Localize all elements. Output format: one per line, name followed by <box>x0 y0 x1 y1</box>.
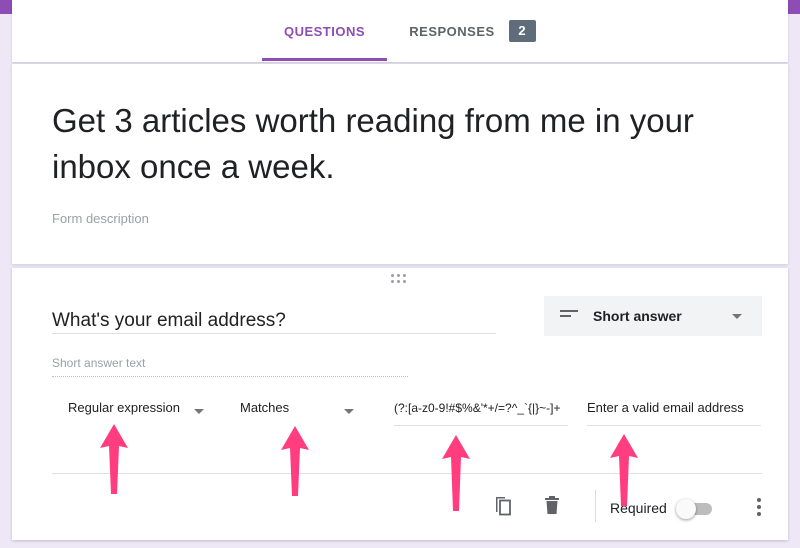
form-title-card: Get 3 articles worth reading from me in … <box>12 64 788 264</box>
validation-type-dropdown[interactable]: Regular expression <box>68 400 208 426</box>
chevron-down-icon <box>732 314 742 319</box>
footer-divider <box>52 473 762 474</box>
toggle-thumb <box>676 499 696 519</box>
annotation-arrow-icon <box>610 434 638 506</box>
tab-responses-label: RESPONSES <box>409 23 495 39</box>
footer-separator <box>595 490 596 522</box>
annotation-arrow-icon <box>442 435 470 511</box>
annotation-arrow-icon <box>100 424 128 494</box>
responses-count-badge: 2 <box>508 20 536 42</box>
question-type-dropdown[interactable]: Short answer <box>544 296 762 336</box>
validation-condition-label: Matches <box>240 400 290 415</box>
trash-icon[interactable] <box>543 495 561 522</box>
question-title-input[interactable]: What's your email address? <box>52 310 496 334</box>
duplicate-icon[interactable] <box>492 494 514 523</box>
annotation-arrow-icon <box>281 426 309 496</box>
tabs-bar: QUESTIONS RESPONSES 2 <box>12 0 788 62</box>
tab-questions-label: QUESTIONS <box>283 23 366 39</box>
chevron-down-icon <box>344 409 354 414</box>
validation-condition-dropdown[interactable]: Matches <box>240 400 360 426</box>
form-title[interactable]: Get 3 articles worth reading from me in … <box>52 98 752 190</box>
question-type-label: Short answer <box>593 308 682 324</box>
short-text-icon <box>560 310 578 320</box>
tab-responses[interactable]: RESPONSES 2 <box>395 0 550 62</box>
short-answer-placeholder: Short answer text <box>52 356 408 377</box>
validation-error-text-input[interactable]: Enter a valid email address <box>587 400 761 426</box>
required-toggle[interactable] <box>676 499 712 519</box>
form-description-field[interactable]: Form description <box>52 211 149 226</box>
question-card[interactable]: What's your email address? Short answer … <box>12 268 788 540</box>
active-tab-indicator <box>262 58 387 61</box>
more-vert-icon[interactable] <box>756 498 762 518</box>
tab-questions[interactable]: QUESTIONS <box>262 0 387 62</box>
chevron-down-icon <box>194 409 204 414</box>
validation-pattern-input[interactable]: (?:[a-z0-9!#$%&'*+/=?^_`{|}~-]+ <box>394 400 568 426</box>
validation-type-label: Regular expression <box>68 400 181 415</box>
drag-handle-icon[interactable] <box>388 274 408 284</box>
